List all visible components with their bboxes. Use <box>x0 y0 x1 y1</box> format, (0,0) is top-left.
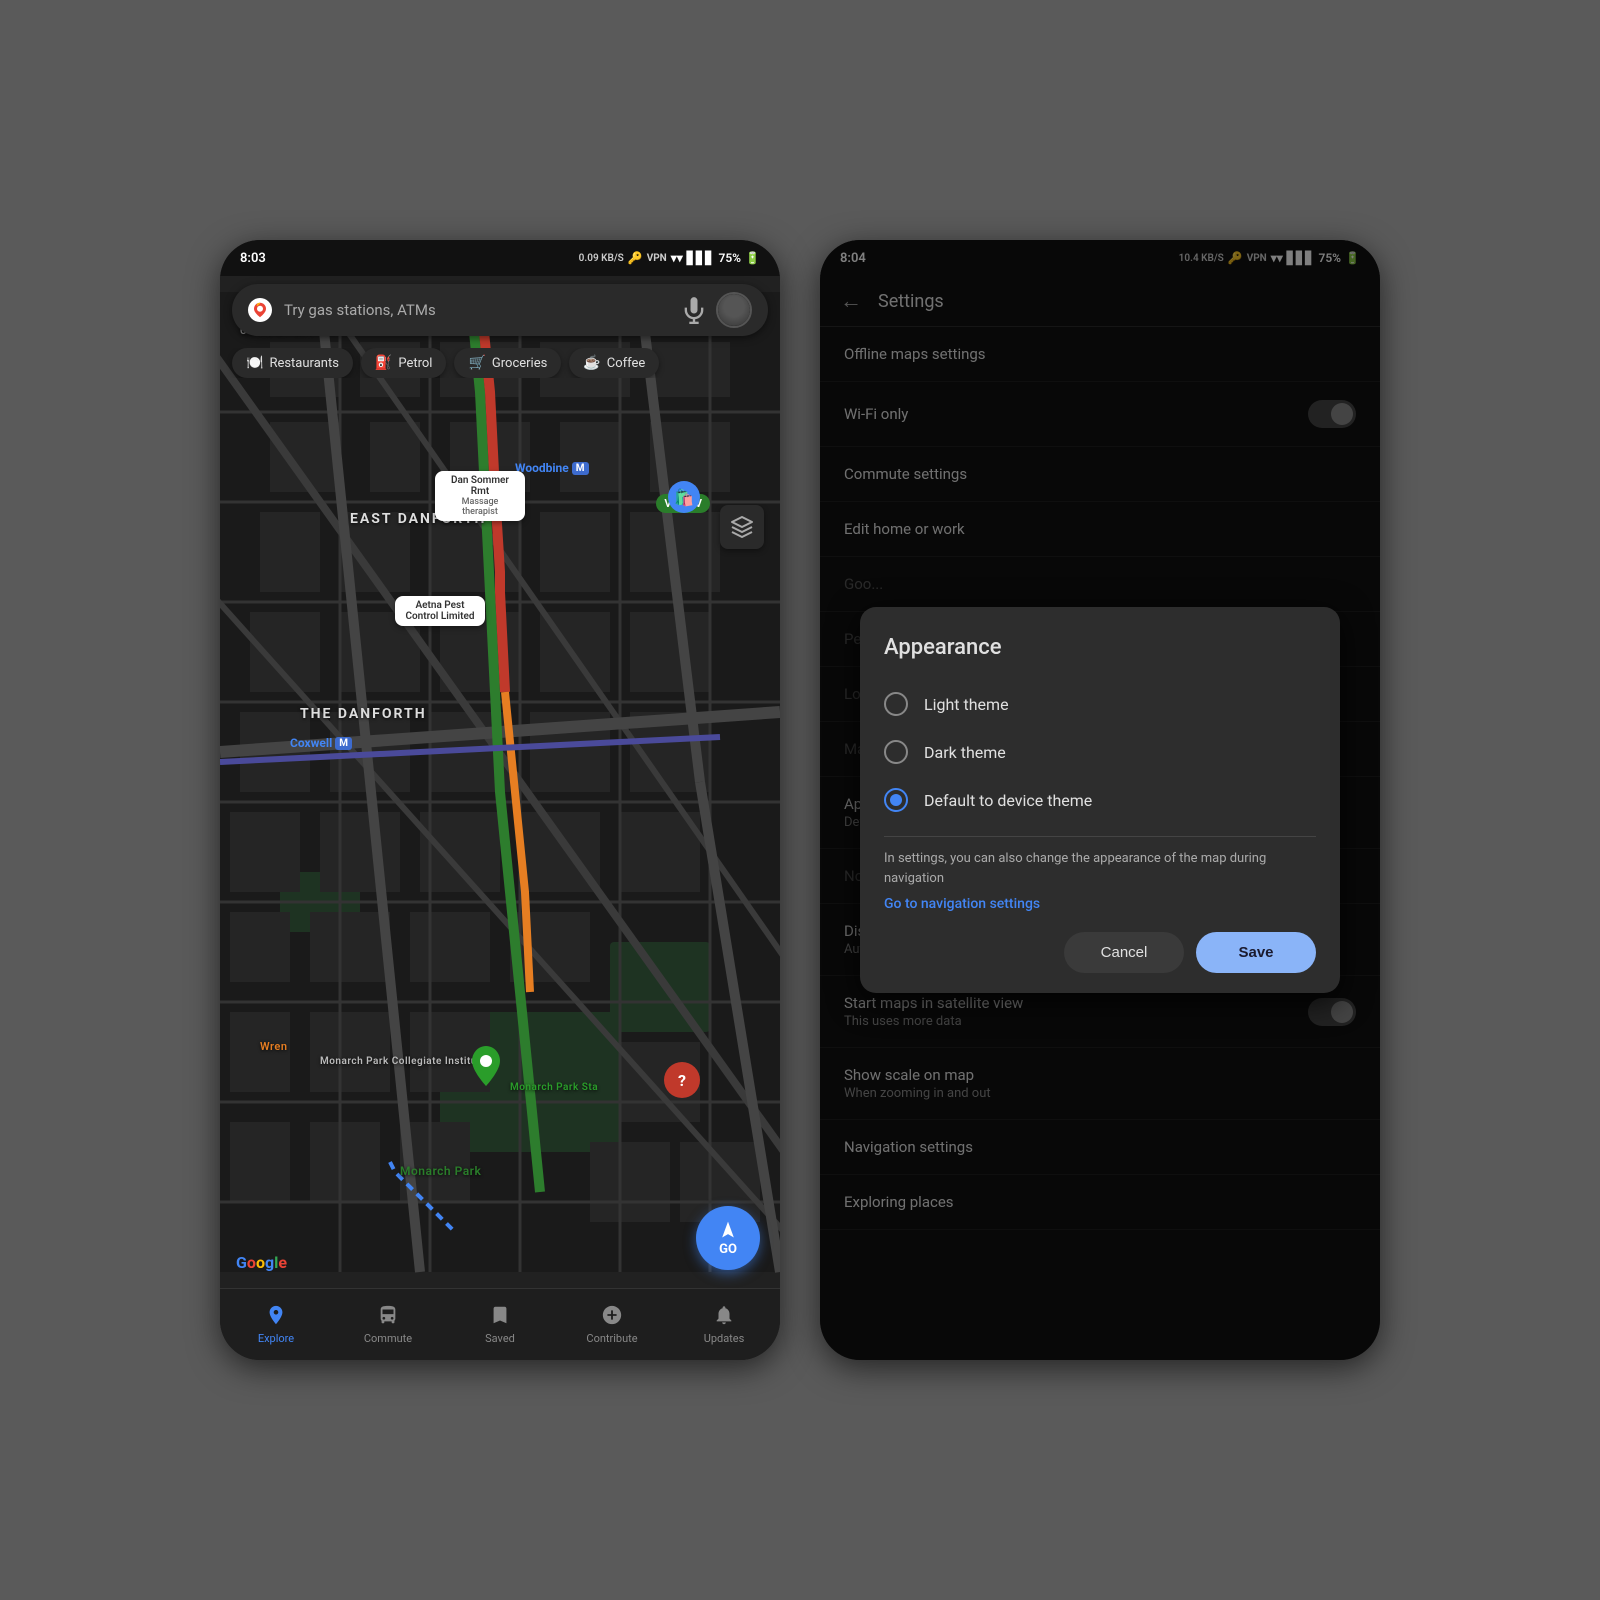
light-theme-option[interactable]: Light theme <box>884 680 1316 728</box>
aetna-name: Aetna Pest Control Limited <box>403 600 477 622</box>
nav-contribute[interactable]: Contribute <box>556 1304 668 1345</box>
nav-saved[interactable]: Saved <box>444 1304 556 1345</box>
battery-left: 75% <box>718 251 741 265</box>
restaurants-label: Restaurants <box>269 356 338 371</box>
coxwell-station: Coxwell M <box>290 736 352 750</box>
petrol-label: Petrol <box>398 356 432 371</box>
right-phone: 8:04 10.4 KB/S 🔑 VPN ▾▾ ▋▋▋ 75% 🔋 ← Sett… <box>820 240 1380 1360</box>
light-theme-radio[interactable] <box>884 692 908 716</box>
dan-sommer-pin[interactable]: Dan Sommer Rmt Massage therapist <box>435 471 525 521</box>
monarch-park-pin[interactable] <box>470 1046 502 1078</box>
woodbine-metro-badge: M <box>572 462 589 475</box>
dan-sommer-bubble: Dan Sommer Rmt Massage therapist <box>435 471 525 521</box>
map-area[interactable]: CODBINE HEIGHTS EAST DANFORTH THE DANFOR… <box>220 276 780 1288</box>
wren-label: Wren <box>260 1040 287 1053</box>
restaurants-icon: 🍽️ <box>246 355 263 371</box>
battery-icon: 🔋 <box>745 251 760 265</box>
speed-indicator: 0.09 KB/S <box>579 253 624 264</box>
default-theme-option[interactable]: Default to device theme <box>884 776 1316 824</box>
category-bar: 🍽️ Restaurants ⛽ Petrol 🛒 Groceries ☕ Co… <box>220 348 780 378</box>
dark-theme-label: Dark theme <box>924 743 1006 762</box>
updates-icon <box>713 1304 735 1329</box>
updates-label: Updates <box>704 1332 745 1345</box>
left-status-icons: 0.09 KB/S 🔑 VPN ▾▾ ▋▋▋ 75% 🔋 <box>579 251 760 265</box>
category-coffee[interactable]: ☕ Coffee <box>569 348 659 378</box>
left-status-bar: 8:03 0.09 KB/S 🔑 VPN ▾▾ ▋▋▋ 75% 🔋 <box>220 240 780 276</box>
default-theme-radio[interactable] <box>884 788 908 812</box>
groceries-label: Groceries <box>492 356 547 371</box>
coxwell-label: Coxwell <box>290 736 332 750</box>
nav-explore[interactable]: Explore <box>220 1304 332 1345</box>
contribute-label: Contribute <box>586 1332 637 1345</box>
mic-icon[interactable] <box>680 296 708 324</box>
woodbine-station: Woodbine M <box>515 461 589 475</box>
shopping-pin[interactable]: 🛍️ <box>668 481 700 513</box>
search-placeholder[interactable]: Try gas stations, ATMs <box>284 301 680 319</box>
avatar[interactable] <box>716 292 752 328</box>
category-groceries[interactable]: 🛒 Groceries <box>454 348 561 378</box>
coxwell-metro-badge: M <box>335 737 352 750</box>
signal-icon: ▋▋▋ <box>687 251 715 265</box>
dan-sommer-type: Massage therapist <box>443 497 517 517</box>
modal-note: In settings, you can also change the app… <box>884 849 1316 888</box>
modal-buttons: Cancel Save <box>884 932 1316 973</box>
modal-overlay: Appearance Light theme Dark theme Defaul… <box>820 240 1380 1360</box>
map-roads <box>220 276 780 1288</box>
light-theme-label: Light theme <box>924 695 1009 714</box>
cancel-button[interactable]: Cancel <box>1064 932 1184 973</box>
wifi-icon: ▾▾ <box>671 251 683 265</box>
vpn-icon: VPN <box>647 253 667 264</box>
modal-divider <box>884 836 1316 837</box>
contribute-icon <box>601 1304 623 1329</box>
default-theme-label: Default to device theme <box>924 791 1092 810</box>
google-watermark: Google <box>236 1253 287 1272</box>
appearance-modal: Appearance Light theme Dark theme Defaul… <box>860 607 1340 993</box>
coffee-icon: ☕ <box>583 355 600 371</box>
dark-theme-radio[interactable] <box>884 740 908 764</box>
category-restaurants[interactable]: 🍽️ Restaurants <box>232 348 353 378</box>
monarch-sta-label: Monarch Park Sta <box>510 1082 598 1093</box>
petrol-icon: ⛽ <box>375 355 392 371</box>
bottom-nav: Explore Commute Saved C <box>220 1288 780 1360</box>
monarch-park-label: Monarch Park <box>400 1164 481 1178</box>
commute-label: Commute <box>364 1332 412 1345</box>
category-petrol[interactable]: ⛽ Petrol <box>361 348 447 378</box>
navigate-icon <box>718 1220 738 1240</box>
radio-selected-indicator <box>890 794 902 806</box>
nav-commute[interactable]: Commute <box>332 1304 444 1345</box>
saved-icon <box>489 1304 511 1329</box>
layer-button[interactable] <box>720 505 764 549</box>
nav-settings-link[interactable]: Go to navigation settings <box>884 896 1316 912</box>
left-time: 8:03 <box>240 251 266 266</box>
coffee-label: Coffee <box>607 356 646 371</box>
modal-title: Appearance <box>884 635 1316 660</box>
left-phone: 8:03 0.09 KB/S 🔑 VPN ▾▾ ▋▋▋ 75% 🔋 <box>220 240 780 1360</box>
aetna-pin[interactable]: Aetna Pest Control Limited <box>395 596 485 626</box>
question-pin[interactable]: ? <box>664 1062 700 1098</box>
the-danforth-label: THE DANFORTH <box>300 706 427 722</box>
map-background: CODBINE HEIGHTS EAST DANFORTH THE DANFOR… <box>220 276 780 1288</box>
go-label: GO <box>719 1242 737 1257</box>
commute-icon <box>377 1304 399 1329</box>
dan-sommer-name: Dan Sommer Rmt <box>443 475 517 497</box>
aetna-bubble: Aetna Pest Control Limited <box>395 596 485 626</box>
explore-icon <box>265 1304 287 1329</box>
dark-theme-option[interactable]: Dark theme <box>884 728 1316 776</box>
google-maps-logo <box>248 298 272 322</box>
go-button[interactable]: GO <box>696 1206 760 1270</box>
explore-label: Explore <box>258 1332 294 1345</box>
groceries-icon: 🛒 <box>468 355 485 371</box>
save-button[interactable]: Save <box>1196 932 1316 973</box>
layers-icon <box>730 515 754 539</box>
nav-updates[interactable]: Updates <box>668 1304 780 1345</box>
search-bar[interactable]: Try gas stations, ATMs <box>232 284 768 336</box>
monarch-collegiate-label: Monarch Park Collegiate Institute <box>320 1055 450 1068</box>
key-icon: 🔑 <box>628 251 643 265</box>
saved-label: Saved <box>485 1332 515 1345</box>
